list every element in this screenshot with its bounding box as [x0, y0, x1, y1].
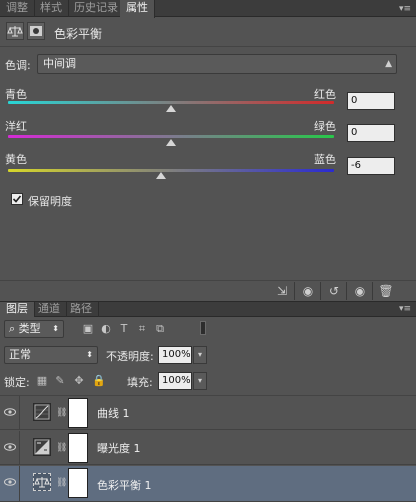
toolbar-separator	[320, 282, 321, 300]
slider-magenta-label: 洋红	[5, 120, 27, 133]
checkmark-icon	[12, 195, 22, 203]
reset-icon[interactable]: ↺	[322, 282, 346, 300]
tab-history[interactable]: 历史记录	[68, 0, 125, 17]
slider-red-label: 红色	[314, 88, 336, 101]
color-balance-adjustment-icon[interactable]	[6, 22, 24, 40]
layers-tab-strip: 图层 通道 路径 ▾≡	[0, 301, 416, 317]
chain-link-icon[interactable]: ⛓	[56, 476, 67, 490]
filter-search-icon: ⌕	[9, 322, 16, 335]
lock-image-pixels-icon[interactable]: ✎	[53, 374, 67, 388]
preserve-luminosity-label: 保留明度	[28, 195, 72, 208]
chain-link-icon[interactable]: ⛓	[56, 441, 67, 455]
magenta-green-slider-track[interactable]	[8, 135, 334, 138]
filter-smart-object-icon[interactable]: ⧉	[152, 322, 168, 336]
chain-link-icon[interactable]: ⛓	[56, 406, 67, 420]
toolbar-separator	[346, 282, 347, 300]
filter-kind-value: 类型	[18, 322, 41, 335]
layers-menu-icon[interactable]: ▾≡	[398, 303, 412, 315]
tab-adjustments[interactable]: 调整	[0, 0, 35, 17]
preserve-luminosity-checkbox[interactable]	[11, 193, 23, 205]
blend-mode-select[interactable]: 正常 ⬍	[4, 346, 98, 364]
properties-title: 色彩平衡	[54, 27, 103, 41]
properties-header: 色彩平衡	[0, 18, 416, 46]
slider-cyan-label: 青色	[5, 88, 27, 101]
layer-filter-select[interactable]: ⌕ 类型 ⬍	[4, 320, 64, 338]
filter-type-icon[interactable]: T	[116, 322, 132, 336]
opacity-dropdown-icon[interactable]: ▾	[193, 346, 207, 364]
tab-channels[interactable]: 通道	[32, 302, 67, 317]
yellow-blue-slider-thumb[interactable]	[156, 172, 166, 179]
layer-mask-thumbnail[interactable]	[68, 433, 88, 463]
properties-toolbar: ⇲ ◉ ↺ ◉ 🗑	[0, 280, 416, 300]
toolbar-separator	[372, 282, 373, 300]
trash-icon[interactable]: 🗑	[374, 282, 398, 300]
lock-position-icon[interactable]: ✥	[72, 374, 86, 388]
exposure-icon[interactable]	[33, 438, 51, 456]
select-caret-icon: ⬍	[86, 350, 93, 359]
layer-row[interactable]: ⛓ 色彩平衡 1	[0, 466, 416, 502]
blend-mode-value: 正常	[9, 348, 31, 361]
layer-name: 曝光度 1	[97, 442, 141, 455]
view-previous-state-icon[interactable]: ◉	[296, 282, 320, 300]
slider-green-label: 绿色	[314, 120, 336, 133]
visibility-toggle[interactable]	[0, 431, 20, 465]
curves-icon[interactable]	[33, 403, 51, 421]
filter-toggle-switch[interactable]	[200, 321, 206, 335]
fill-label: 填充:	[127, 376, 153, 389]
filter-pixel-icon[interactable]: ▣	[80, 322, 96, 336]
tab-properties[interactable]: 属性	[120, 0, 155, 18]
visibility-toggle[interactable]	[0, 396, 20, 430]
eye-icon	[4, 478, 16, 486]
lock-all-icon[interactable]: 🔒	[92, 374, 106, 388]
cyan-red-value-input[interactable]: 0	[347, 92, 395, 110]
yellow-blue-value-input[interactable]: -6	[347, 157, 395, 175]
mask-icon[interactable]	[27, 22, 45, 40]
select-caret-icon: ▲	[385, 59, 392, 69]
tab-layers[interactable]: 图层	[0, 302, 35, 317]
slider-yellow-label: 黄色	[5, 153, 27, 166]
panel-menu-icon[interactable]: ▾≡	[398, 3, 412, 15]
tone-value: 中间调	[43, 57, 76, 70]
clip-to-layer-icon[interactable]: ⇲	[270, 282, 294, 300]
visibility-toggle[interactable]	[0, 466, 20, 502]
cyan-red-slider-track[interactable]	[8, 101, 334, 104]
lock-label: 锁定:	[4, 376, 30, 389]
magenta-green-slider-thumb[interactable]	[166, 139, 176, 146]
tab-paths[interactable]: 路径	[64, 302, 99, 317]
tab-styles[interactable]: 样式	[34, 0, 69, 17]
opacity-input[interactable]: 100%	[158, 346, 192, 364]
filter-adjustment-icon[interactable]: ◐	[98, 322, 114, 336]
fill-dropdown-icon[interactable]: ▾	[193, 372, 207, 390]
layer-name: 色彩平衡 1	[97, 479, 152, 492]
opacity-label: 不透明度:	[106, 350, 154, 363]
color-balance-icon[interactable]	[33, 473, 51, 491]
tone-select[interactable]: 中间调 ▲	[37, 54, 397, 74]
yellow-blue-slider-track[interactable]	[8, 169, 334, 172]
eye-icon	[4, 408, 16, 416]
visibility-icon[interactable]: ◉	[348, 282, 372, 300]
layer-row[interactable]: ⛓ 曝光度 1	[0, 431, 416, 465]
fill-input[interactable]: 100%	[158, 372, 192, 390]
cyan-red-slider-thumb[interactable]	[166, 105, 176, 112]
toolbar-separator	[294, 282, 295, 300]
select-caret-icon: ⬍	[52, 324, 59, 333]
divider	[0, 46, 416, 47]
filter-shape-icon[interactable]: ⌗	[134, 322, 150, 336]
lock-transparent-pixels-icon[interactable]: ▦	[35, 374, 49, 388]
slider-blue-label: 蓝色	[314, 153, 336, 166]
layer-row[interactable]: ⛓ 曲线 1	[0, 396, 416, 430]
eye-icon	[4, 443, 16, 451]
tone-label: 色调:	[5, 59, 31, 72]
layer-name: 曲线 1	[97, 407, 130, 420]
layer-mask-thumbnail[interactable]	[68, 468, 88, 498]
layer-mask-thumbnail[interactable]	[68, 398, 88, 428]
panel-tab-strip: 调整 样式 历史记录 属性 ▾≡	[0, 0, 416, 18]
magenta-green-value-input[interactable]: 0	[347, 124, 395, 142]
